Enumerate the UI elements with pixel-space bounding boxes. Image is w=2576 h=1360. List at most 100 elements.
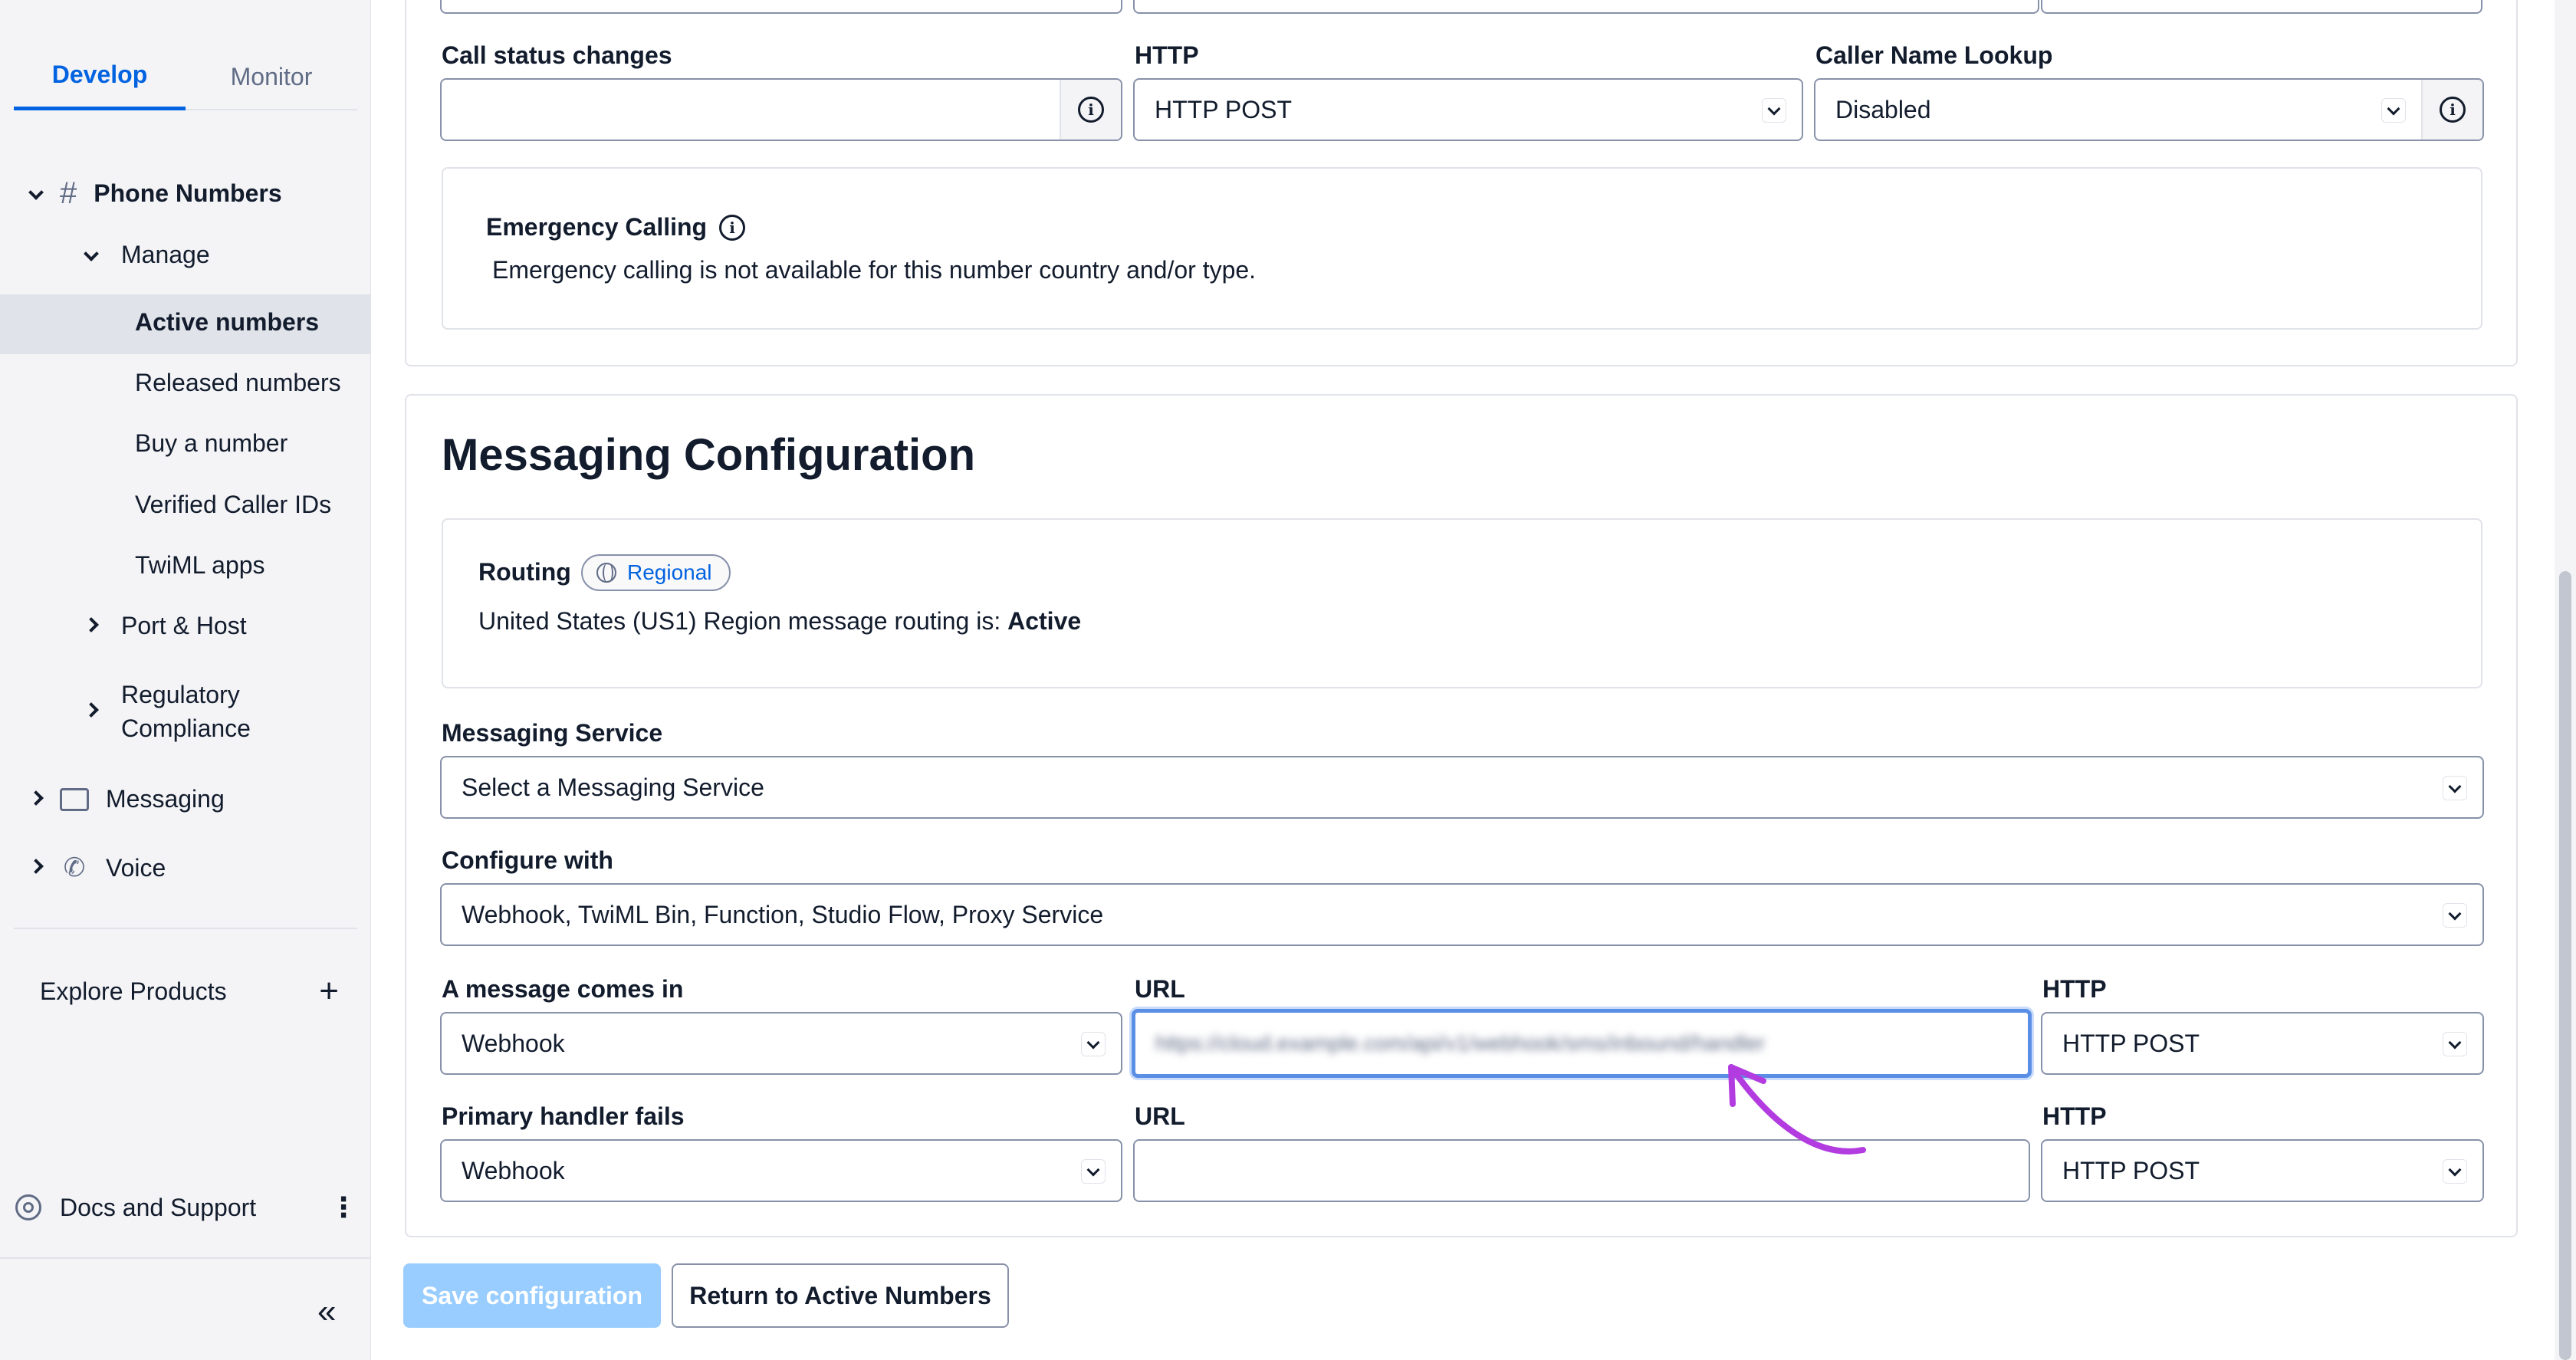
chevron-down-icon	[2443, 776, 2467, 800]
annotation-arrow-icon	[1728, 1064, 1866, 1155]
tab-develop[interactable]: Develop	[14, 43, 186, 110]
sidebar-tabs: Develop Monitor	[14, 43, 357, 110]
chevron-right-icon	[25, 788, 48, 811]
more-vertical-icon[interactable]: ⋮	[330, 1191, 357, 1224]
emergency-calling-box: Emergency Calling i Emergency calling is…	[442, 167, 2482, 330]
sidebar-item-active-numbers[interactable]: Active numbers	[135, 308, 319, 337]
regional-badge-label: Regional	[627, 560, 712, 584]
docs-link[interactable]: Docs and Support	[15, 1194, 256, 1222]
incoming-handler-value: Webhook	[462, 1029, 565, 1057]
sidebar-item-phone-numbers[interactable]: # Phone Numbers	[25, 176, 282, 211]
explore-products[interactable]: Explore Products +	[40, 972, 339, 1010]
emergency-title-row: Emergency Calling i	[486, 213, 746, 241]
routing-text: United States (US1) Region message routi…	[478, 607, 1081, 636]
chevron-down-icon	[1081, 1032, 1106, 1056]
divider	[14, 928, 357, 929]
fail-http-select[interactable]: HTTP POST	[2041, 1139, 2484, 1202]
sidebar-item-messaging[interactable]: Messaging	[25, 785, 225, 813]
configure-with-value: Webhook, TwiML Bin, Function, Studio Flo…	[462, 900, 1104, 928]
url-label: URL	[1135, 975, 1185, 1003]
partial-field[interactable]	[2041, 0, 2482, 14]
incoming-handler-select[interactable]: Webhook	[440, 1012, 1122, 1075]
call-status-label: Call status changes	[442, 41, 672, 69]
chevron-down-icon	[80, 244, 103, 267]
call-status-http-select[interactable]: HTTP POST	[1133, 78, 1803, 141]
caller-name-select[interactable]: Disabled i	[1814, 78, 2484, 141]
tab-monitor[interactable]: Monitor	[186, 43, 357, 110]
chevron-down-icon	[2443, 903, 2467, 928]
chevron-right-icon	[25, 856, 48, 879]
partial-field[interactable]	[440, 0, 1122, 14]
info-icon: i	[2440, 97, 2466, 123]
call-status-url-input[interactable]: i	[440, 78, 1122, 141]
info-button[interactable]: i	[1060, 80, 1121, 140]
routing-status: Active	[1007, 607, 1082, 635]
http-label: HTTP	[1135, 41, 1199, 69]
hash-icon: #	[60, 176, 77, 210]
scrollbar-thumb[interactable]	[2559, 571, 2571, 1360]
routing-label: Routing	[478, 558, 571, 586]
caller-name-label: Caller Name Lookup	[1815, 41, 2053, 69]
lifebuoy-icon	[15, 1194, 41, 1220]
sidebar-item-buy-number[interactable]: Buy a number	[135, 429, 288, 458]
info-button[interactable]: i	[2421, 80, 2482, 140]
page-title: Messaging Configuration	[442, 430, 975, 480]
explore-products-label: Explore Products	[40, 977, 227, 1005]
chevron-down-icon	[25, 182, 48, 205]
fail-http-label: HTTP	[2042, 1102, 2107, 1130]
emergency-text: Emergency calling is not available for t…	[492, 256, 1257, 284]
incoming-http-select[interactable]: HTTP POST	[2041, 1012, 2484, 1075]
fail-handler-select[interactable]: Webhook	[440, 1139, 1122, 1202]
sidebar-item-manage[interactable]: Manage	[80, 241, 210, 269]
phone-icon: ✆	[63, 853, 86, 882]
compliance-line: Compliance	[121, 714, 251, 742]
regulatory-line: Regulatory	[121, 681, 240, 708]
partial-field[interactable]	[1133, 0, 2039, 14]
messaging-service-select[interactable]: Select a Messaging Service	[440, 756, 2484, 819]
sidebar-item-twiml-apps[interactable]: TwiML apps	[135, 551, 265, 580]
docs-and-support[interactable]: Docs and Support ⋮	[15, 1191, 357, 1224]
configure-with-label: Configure with	[442, 846, 613, 874]
incoming-url-input[interactable]: https://cloud.example.com/api/v1/webhook…	[1132, 1009, 2032, 1078]
routing-description: United States (US1) Region message routi…	[478, 607, 1008, 635]
fail-url-input[interactable]	[1133, 1139, 2030, 1202]
sidebar-item-label: Manage	[121, 241, 210, 268]
sidebar-item-label: Phone Numbers	[94, 179, 282, 207]
http-value: HTTP POST	[1155, 95, 1292, 123]
scrollbar[interactable]	[2555, 0, 2576, 1360]
fail-label: Primary handler fails	[442, 1102, 685, 1130]
return-to-active-numbers-button[interactable]: Return to Active Numbers	[672, 1263, 1009, 1328]
sidebar-item-voice[interactable]: ✆ Voice	[25, 852, 166, 883]
messaging-service-label: Messaging Service	[442, 719, 663, 747]
sidebar-item-regulatory-compliance[interactable]: Regulatory Compliance	[80, 678, 251, 745]
save-configuration-button[interactable]: Save configuration	[403, 1263, 661, 1328]
sidebar-item-label: Regulatory Compliance	[121, 678, 251, 745]
configure-with-select[interactable]: Webhook, TwiML Bin, Function, Studio Flo…	[440, 883, 2484, 946]
sidebar-item-released-numbers[interactable]: Released numbers	[135, 369, 341, 397]
sidebar-item-verified-caller-ids[interactable]: Verified Caller IDs	[135, 491, 331, 519]
info-icon: i	[1078, 97, 1104, 123]
sidebar: Develop Monitor # Phone Numbers Manage A…	[0, 0, 371, 1360]
http-label: HTTP	[2042, 975, 2107, 1003]
fail-url-label: URL	[1135, 1102, 1185, 1130]
docs-label: Docs and Support	[60, 1193, 257, 1221]
incoming-url-value: https://cloud.example.com/api/v1/webhook…	[1155, 1031, 1766, 1055]
globe-icon	[596, 563, 616, 583]
sidebar-item-port-host[interactable]: Port & Host	[80, 612, 247, 640]
chevron-down-icon	[1762, 98, 1786, 123]
chevron-down-icon	[1081, 1159, 1106, 1184]
fail-handler-value: Webhook	[462, 1156, 565, 1184]
chevron-down-icon	[2443, 1032, 2467, 1056]
info-icon[interactable]: i	[719, 214, 746, 241]
collapse-sidebar-icon[interactable]: «	[317, 1293, 336, 1331]
plus-icon[interactable]: +	[319, 972, 339, 1010]
emergency-title: Emergency Calling	[486, 213, 708, 241]
chevron-right-icon	[80, 615, 103, 638]
caller-name-value: Disabled	[1835, 95, 1931, 123]
incoming-http-value: HTTP POST	[2062, 1029, 2200, 1057]
incoming-label: A message comes in	[442, 975, 684, 1003]
messaging-service-value: Select a Messaging Service	[462, 773, 764, 801]
chevron-down-icon	[2443, 1159, 2467, 1184]
sidebar-item-label: Messaging	[106, 785, 225, 813]
sidebar-item-label: Port & Host	[121, 612, 247, 639]
